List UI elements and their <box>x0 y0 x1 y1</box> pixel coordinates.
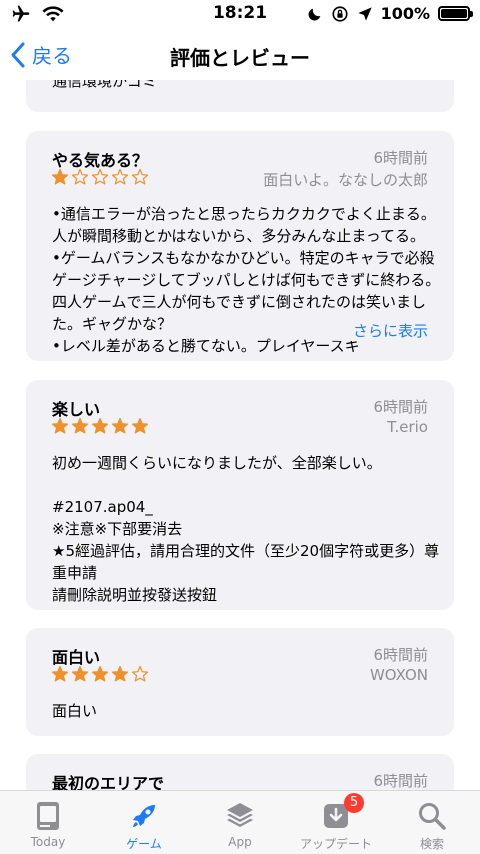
screen: 18:21 100% 戻る 評価とレビュー 通信環境かゴミ やる気ある？ 6時間… <box>0 0 480 854</box>
reviews-list[interactable]: 通信環境かゴミ やる気ある？ 6時間前 面白いよ。ななしの太郎 •通信エラーが治… <box>0 80 480 790</box>
review-card[interactable]: 最初のエリアで 6時間前 <box>26 754 454 790</box>
app-stack-icon <box>227 803 253 827</box>
star-filled-icon <box>51 168 69 185</box>
nav-bar: 戻る 評価とレビュー <box>0 30 480 80</box>
star-filled-icon <box>51 417 69 434</box>
review-time: 6時間前 <box>373 398 428 416</box>
review-body-partial: 通信環境かゴミ <box>52 80 158 90</box>
star-empty-icon <box>131 168 149 185</box>
review-body: 面白い <box>52 700 432 722</box>
review-line <box>52 474 432 496</box>
tab-label: ゲーム <box>126 837 162 851</box>
status-bar: 18:21 100% <box>0 0 480 30</box>
tab-label: 検索 <box>419 837 444 851</box>
review-line: ★5經過評估，請用合理的文件（至少20個字符或更多）尊 <box>52 542 440 560</box>
tab-bar: Today ゲーム App 5 アップデート 検索 <box>0 790 480 854</box>
star-filled-icon <box>71 665 89 682</box>
star-rating <box>51 168 149 186</box>
review-author: T.erio <box>387 418 428 436</box>
star-empty-icon <box>91 168 109 185</box>
star-filled-icon <box>71 417 89 434</box>
battery-icon <box>438 6 473 21</box>
page-title: 評価とレビュー <box>170 46 310 70</box>
review-author: 面白いよ。ななしの太郎 <box>263 171 428 189</box>
review-line: •通信エラーが治ったと思ったらカクカクでよく止まる。 <box>52 205 436 223</box>
review-line: ※注意※下部要消去 <box>52 520 183 538</box>
review-line: •ゲームバランスもなかなかひどい。特定のキャラで必殺 <box>52 249 435 267</box>
review-line: 人が瞬間移動とかはないから、多分みんな止まってる。 <box>52 227 426 245</box>
show-more-link[interactable]: さらに表示 <box>338 320 428 341</box>
review-body: 初め一週間くらいになりましたが、全部楽しい。 #2107.ap04_ ※注意※下… <box>52 452 440 606</box>
review-title: 最初のエリアで <box>52 774 165 790</box>
review-card-partial[interactable]: 通信環境かゴミ <box>26 80 454 112</box>
tab-games[interactable]: ゲーム <box>96 791 192 854</box>
search-icon <box>419 803 446 830</box>
star-filled-icon <box>111 417 129 434</box>
review-time: 6時間前 <box>373 772 428 790</box>
star-filled-icon <box>91 417 109 434</box>
today-icon <box>37 802 59 830</box>
review-card[interactable]: 楽しい 6時間前 T.erio 初め一週間くらいになりましたが、全部楽しい。 #… <box>26 380 454 610</box>
review-line: 初め一週間くらいになりましたが、全部楽しい。 <box>52 454 382 472</box>
review-time: 6時間前 <box>373 646 428 664</box>
tab-label: Today <box>30 835 66 849</box>
star-filled-icon <box>91 665 109 682</box>
tab-label: アップデート <box>299 837 372 851</box>
review-line: #2107.ap04_ <box>52 498 153 516</box>
star-empty-icon <box>71 168 89 185</box>
review-card[interactable]: やる気ある？ 6時間前 面白いよ。ななしの太郎 •通信エラーが治ったと思ったらカ… <box>26 131 454 361</box>
tab-label: App <box>228 835 252 849</box>
review-time: 6時間前 <box>373 149 428 167</box>
tab-search[interactable]: 検索 <box>384 791 480 854</box>
star-filled-icon <box>111 665 129 682</box>
orientation-lock-icon <box>331 5 348 22</box>
battery-percent: 100% <box>380 4 430 23</box>
update-badge: 5 <box>344 793 364 813</box>
star-empty-icon <box>131 665 149 682</box>
review-line: 面白い <box>52 702 98 720</box>
moon-icon <box>308 8 320 20</box>
review-author: WOXON <box>369 666 428 684</box>
star-filled-icon <box>131 417 149 434</box>
tab-today[interactable]: Today <box>0 791 96 854</box>
location-icon <box>357 6 372 21</box>
star-filled-icon <box>51 665 69 682</box>
star-empty-icon <box>111 168 129 185</box>
review-line: 請刪除説明並按發送按鈕 <box>52 586 218 604</box>
rocket-icon <box>133 805 155 827</box>
tab-updates[interactable]: 5 アップデート <box>288 791 384 854</box>
star-rating <box>51 417 149 435</box>
review-card[interactable]: 面白い 6時間前 WOXON 面白い <box>26 628 454 736</box>
review-line: 重申請 <box>52 564 98 582</box>
review-line: ゲージチャージしてブッパしとけば何もできずに終わる。 <box>52 271 441 289</box>
tab-app[interactable]: App <box>192 791 288 854</box>
star-rating <box>51 665 149 683</box>
review-line: 四人ゲームで三人が何もできずに倒されたのは笑いまし <box>52 293 426 311</box>
status-right: 100% <box>307 4 473 23</box>
